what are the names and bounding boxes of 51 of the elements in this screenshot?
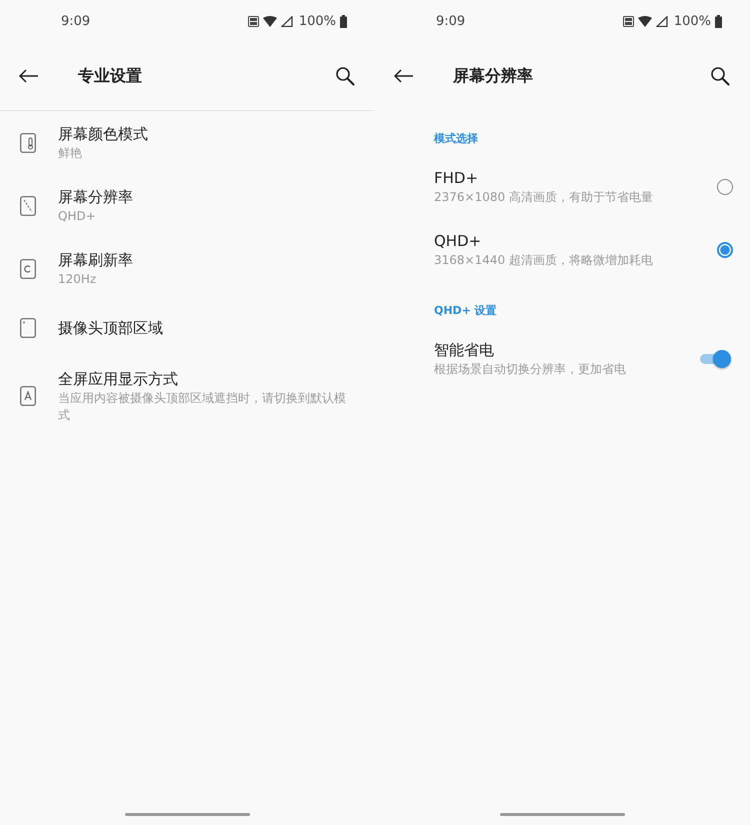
phone-camera-icon bbox=[20, 318, 36, 338]
setting-item[interactable]: 全屏应用显示方式 当应用内容被摄像头顶部区域遮挡时，请切换到默认模式 bbox=[0, 356, 375, 436]
battery-icon bbox=[340, 14, 347, 28]
option-title: FHD+ bbox=[434, 168, 480, 189]
page-title: 专业设置 bbox=[78, 66, 143, 86]
status-time: 9:09 bbox=[436, 14, 466, 28]
setting-title: 屏幕刷新率 bbox=[58, 250, 134, 271]
option-subtitle: 3168×1440 超清画质，将略微增加耗电 bbox=[434, 252, 654, 269]
phone-refresh-icon bbox=[20, 258, 36, 278]
option-subtitle: 根据场景自动切换分辨率，更加省电 bbox=[434, 361, 627, 378]
phone-thermometer-icon bbox=[20, 132, 36, 152]
page-title: 屏幕分辨率 bbox=[453, 66, 534, 86]
setting-title: 屏幕分辨率 bbox=[58, 187, 134, 208]
phone-letter-icon bbox=[20, 386, 36, 406]
section-heading: 模式选择 bbox=[434, 131, 479, 147]
option-title: 智能省电 bbox=[434, 340, 495, 361]
setting-item[interactable]: 屏幕刷新率 120Hz bbox=[0, 237, 375, 300]
wifi-icon bbox=[262, 16, 277, 26]
status-time: 9:09 bbox=[61, 14, 90, 28]
option-item[interactable]: 智能省电 根据场景自动切换分辨率，更加省电 bbox=[434, 327, 750, 390]
section-heading: QHD+ 设置 bbox=[434, 303, 498, 319]
option-subtitle: 2376×1080 高清画质，有助于节省电量 bbox=[434, 189, 654, 206]
setting-title: 全屏应用显示方式 bbox=[58, 369, 179, 390]
phone-diagonal-icon bbox=[20, 196, 36, 216]
signal-icon bbox=[656, 16, 668, 26]
back-arrow-icon[interactable] bbox=[394, 69, 414, 83]
search-icon[interactable] bbox=[335, 66, 355, 86]
option-item[interactable]: FHD+ 2376×1080 高清画质，有助于节省电量 bbox=[434, 155, 750, 218]
volte-icon bbox=[248, 16, 259, 26]
battery-percent: 100% bbox=[298, 14, 336, 28]
setting-subtitle: 鲜艳 bbox=[58, 145, 83, 162]
setting-item[interactable]: 屏幕颜色模式 鲜艳 bbox=[0, 111, 375, 174]
radio-button[interactable] bbox=[717, 242, 733, 258]
setting-title: 摄像头顶部区域 bbox=[58, 318, 164, 339]
signal-icon bbox=[280, 16, 293, 26]
setting-subtitle: 120Hz bbox=[58, 271, 98, 288]
toggle-switch[interactable] bbox=[700, 350, 731, 368]
setting-title: 屏幕颜色模式 bbox=[58, 124, 149, 145]
battery-percent: 100% bbox=[674, 14, 711, 28]
option-item[interactable]: QHD+ 3168×1440 超清画质，将略微增加耗电 bbox=[434, 218, 750, 281]
wifi-icon bbox=[638, 16, 652, 26]
setting-item[interactable]: 摄像头顶部区域 bbox=[0, 300, 375, 356]
setting-subtitle: 当应用内容被摄像头顶部区域遮挡时，请切换到默认模式 bbox=[58, 390, 347, 424]
radio-button[interactable] bbox=[717, 178, 733, 194]
setting-item[interactable]: 屏幕分辨率 QHD+ bbox=[0, 174, 375, 237]
back-arrow-icon[interactable] bbox=[19, 69, 39, 83]
battery-icon bbox=[715, 14, 722, 28]
search-icon[interactable] bbox=[710, 66, 730, 86]
option-title: QHD+ bbox=[434, 231, 482, 252]
volte-icon bbox=[622, 16, 634, 26]
setting-subtitle: QHD+ bbox=[58, 208, 97, 225]
